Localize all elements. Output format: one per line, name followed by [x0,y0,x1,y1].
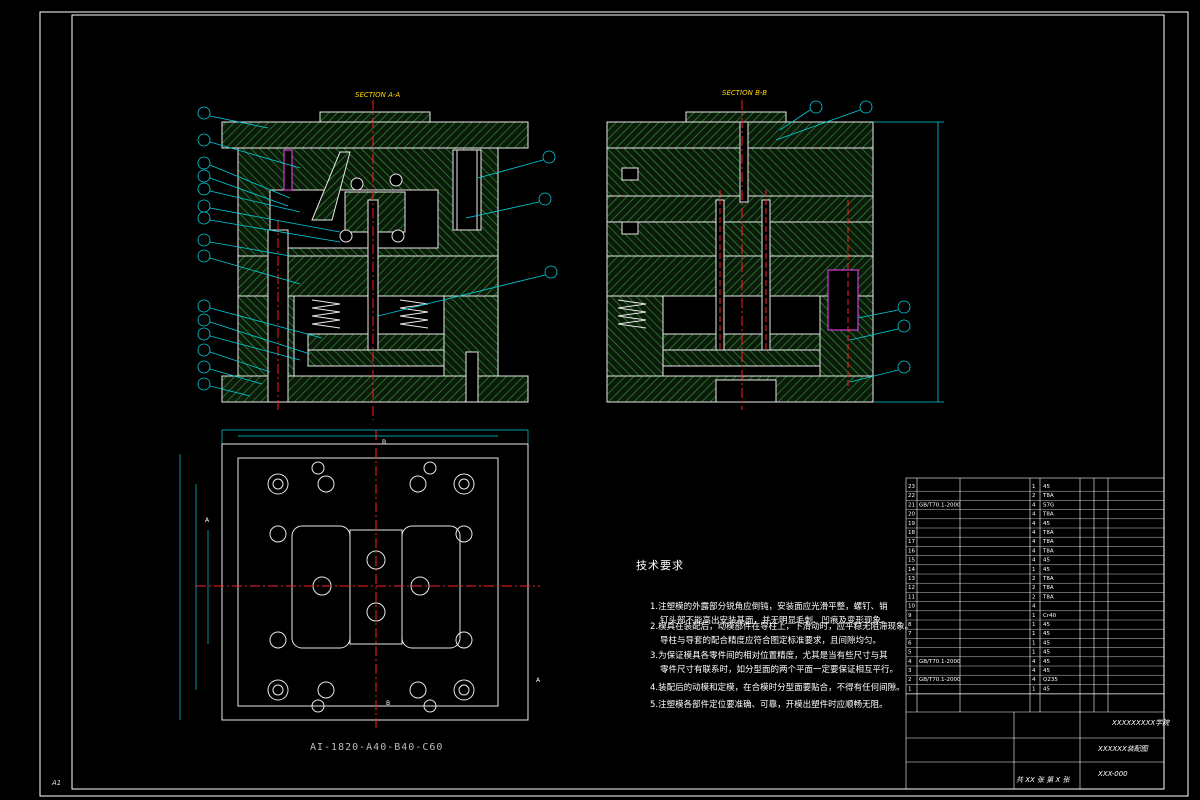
parts-cell-mat: T8A [1042,576,1054,582]
parts-cell-std: GB/T70.1-2000 [919,677,961,683]
parts-cell-mat: 45 [1043,558,1050,564]
parts-cell-qty: 4 [1032,512,1036,518]
parts-cell-no: 2 [908,677,912,683]
parts-cell-no: 15 [908,558,915,564]
parts-cell-std: GB/T70.1-2000 [919,659,961,665]
parts-cell-no: 12 [908,585,915,591]
section-b-label: SECTION B-B [722,89,767,97]
parts-cell-mat: 45 [1043,622,1050,628]
parts-cell-mat: 45 [1043,668,1050,674]
tech-line: 1.注塑模的外露部分锐角应倒钝，安装面应光滑平整，螺钉、销 [650,602,888,612]
parts-cell-mat: Q235 [1043,677,1058,683]
parts-cell-no: 6 [908,640,912,646]
parts-cell-std: GB/T70.1-2000 [919,502,961,508]
parts-cell-qty: 1 [1032,640,1036,646]
parts-cell-mat: 45 [1043,567,1050,573]
parts-cell-qty: 2 [1032,576,1036,582]
parts-cell-qty: 4 [1032,677,1036,683]
parts-cell-mat: T8A [1042,585,1054,591]
parts-cell-no: 20 [908,512,915,518]
title-block-school: XXXXXXXXX学院 [1112,719,1170,727]
title-block-sheet: 共 XX 张 第 X 张 [1016,776,1070,784]
parts-cell-no: 10 [908,604,915,610]
parts-cell-no: 18 [908,530,915,536]
tech-line: 4.装配后的动模和定模，在合模时分型面要贴合，不得有任何间隙。 [650,683,905,693]
parts-cell-mat: 45 [1043,686,1050,692]
parts-cell-qty: 4 [1032,668,1036,674]
top-clamp-plate [221,121,529,149]
plan-inner-plate [237,457,499,707]
parts-cell-mat: 45 [1043,484,1050,490]
parts-cell-no: 13 [908,576,915,582]
parts-cell-qty: 1 [1032,631,1036,637]
parts-cell-no: 4 [908,659,912,665]
svg-text:A: A [536,677,541,684]
parts-cell-qty: 1 [1032,613,1036,619]
mold-assembly-drawing: SECTION A-A SECTION B-B A A B B 23 1 452… [39,11,1189,797]
parts-cell-mat: T8A [1042,512,1054,518]
parts-cell-qty: 4 [1032,502,1036,508]
parts-cell-qty: 4 [1032,659,1036,665]
tech-line: 零件尺寸有联系时，如分型面的两个平面一定要保证相互平行。 [660,665,899,675]
tech-line: 3.为保证模具各零件间的相对位置精度，尤其是当有些尺寸与其 [650,651,888,661]
parts-cell-qty: 4 [1032,521,1036,527]
corner-label: A1 [52,779,62,787]
parts-cell-qty: 4 [1032,530,1036,536]
parts-cell-no: 3 [908,668,912,674]
parts-cell-mat: T8A [1042,548,1054,554]
tech-line: 2.模具在装配后，动模部件在导柱上，下滑动时，应平稳无阻滞现象。 [650,622,914,632]
svg-text:B: B [386,700,390,707]
parts-cell-no: 17 [908,539,915,545]
parts-cell-no: 21 [908,502,915,508]
parts-cell-mat: S7G [1043,502,1054,508]
parts-cell-no: 7 [908,631,912,637]
parts-cell-mat: T8A [1042,539,1054,545]
parts-cell-qty: 1 [1032,484,1036,490]
parts-cell-qty: 1 [1032,622,1036,628]
parts-cell-mat: 45 [1043,650,1050,656]
parts-cell-no: 5 [908,650,912,656]
parts-cell-qty: 4 [1032,558,1036,564]
title-block-drawing-name: XXXXXX装配图 [1098,745,1148,753]
parts-cell-mat: 45 [1043,631,1050,637]
parts-list-rows: 23 1 4522 2 T8A21 GB/T70.1-2000 4 S7G20 4 T8A19 4 4… [906,484,1164,694]
model-code: AI-1820-A40-B40-C60 [310,742,444,753]
parts-cell-qty: 1 [1032,686,1036,692]
parts-cell-no: 22 [908,493,915,499]
parts-cell-mat: 45 [1043,659,1050,665]
parts-cell-mat: 45 [1043,640,1050,646]
parts-cell-mat: T8A [1042,594,1054,600]
parts-cell-qty: 2 [1032,594,1036,600]
section-a-label: SECTION A-A [355,91,400,99]
parts-cell-qty: 1 [1032,650,1036,656]
parts-cell-no: 16 [908,548,915,554]
section-b-view: SECTION B-B [606,89,874,410]
parts-cell-no: 23 [908,484,915,490]
parts-cell-mat: 45 [1043,521,1050,527]
parts-cell-qty: 4 [1032,604,1036,610]
parts-cell-mat: T8A [1042,493,1054,499]
parts-cell-no: 11 [908,594,915,600]
svg-text:A: A [205,517,210,524]
parts-cell-no: 9 [908,613,912,619]
tech-requirements-title: 技术要求 [636,559,684,572]
section-a-view: SECTION A-A [221,91,529,420]
parts-cell-mat: T8A [1042,530,1054,536]
parts-cell-no: 1 [908,686,912,692]
parts-cell-qty: 4 [1032,548,1036,554]
title-block-drawing-no: XXX-000 [1098,770,1128,778]
parts-cell-qty: 4 [1032,539,1036,545]
tech-line: 5.注塑模各部件定位要准确、可靠，开模出塑件时应顺畅无阻。 [650,700,888,710]
ejector-plate [307,349,445,367]
parts-cell-qty: 1 [1032,567,1036,573]
svg-text:B: B [382,439,386,446]
tech-line: 导柱与导套的配合精度应符合图定标准要求，且间隙均匀。 [660,636,882,646]
parts-cell-no: 19 [908,521,915,527]
plan-view: A A B B [179,429,541,730]
parts-cell-mat: Cr40 [1043,613,1057,619]
parts-cell-no: 14 [908,567,915,573]
parts-cell-qty: 2 [1032,585,1036,591]
parts-cell-qty: 2 [1032,493,1036,499]
